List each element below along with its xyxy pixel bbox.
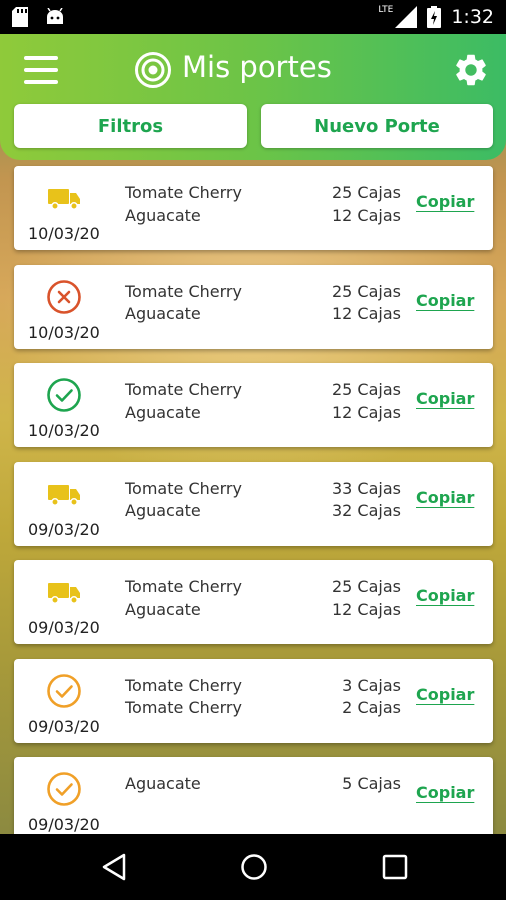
copy-link[interactable]: Copiar [416, 488, 474, 507]
copy-link[interactable]: Copiar [416, 389, 474, 408]
porte-quantities: 25 Cajas 12 Cajas [332, 281, 401, 326]
porte-products: Tomate Cherry Aguacate [125, 182, 242, 227]
filters-button[interactable]: Filtros [14, 104, 247, 148]
porte-quantities: 33 Cajas 32 Cajas [332, 478, 401, 523]
android-icon [47, 8, 63, 24]
porte-date: 10/03/20 [28, 421, 100, 440]
app-header: Mis portes Filtros Nuevo Porte [0, 34, 506, 160]
product-quantity: 25 Cajas [331, 183, 401, 202]
battery-charging-icon [427, 6, 442, 28]
signal-icon [395, 6, 418, 28]
porte-card[interactable]: 09/03/20 Aguacate 5 Cajas Copiar [14, 757, 493, 841]
porte-date: 09/03/20 [28, 716, 100, 736]
porte-quantities: 3 Cajas 2 Cajas [342, 675, 401, 720]
porte-quantities: 25 Cajas 12 Cajas [332, 182, 401, 227]
portes-list: 10/03/20 Tomate Cherry Aguacate 25 Cajas 1… [14, 166, 493, 856]
page-title: Mis portes [182, 50, 332, 84]
product-quantity: 25 Cajas [331, 577, 401, 596]
product-name: Tomate Cherry [125, 577, 242, 596]
new-porte-button[interactable]: Nuevo Porte [261, 104, 493, 148]
check-circle-icon [47, 772, 81, 806]
porte-card[interactable]: 10/03/20 Tomate Cherry Aguacate 25 Cajas 1… [14, 166, 493, 250]
clock: 1:32 [451, 6, 494, 28]
porte-card[interactable]: 10/03/20 Tomate Cherry Aguacate 25 Cajas 1… [14, 363, 493, 447]
copy-link[interactable]: Copiar [416, 192, 474, 211]
product-quantity: 12 Cajas [331, 599, 401, 619]
product-quantity: 5 Cajas [342, 774, 401, 793]
truck-icon [48, 484, 80, 506]
system-nav-bar [0, 834, 506, 900]
product-name: Tomate Cherry [125, 281, 242, 301]
product-quantity: 12 Cajas [331, 205, 401, 225]
menu-icon[interactable] [24, 56, 58, 84]
product-name: Tomate Cherry [125, 698, 242, 717]
porte-products: Tomate Cherry Tomate Cherry [125, 675, 242, 720]
porte-date: 10/03/20 [28, 224, 100, 243]
product-quantity: 12 Cajas [331, 402, 401, 422]
porte-quantities: 25 Cajas 12 Cajas [332, 379, 401, 424]
porte-card[interactable]: 10/03/20 Tomate Cherry Aguacate 25 Cajas 1… [14, 264, 493, 349]
product-name: Aguacate [125, 774, 201, 793]
porte-card[interactable]: 09/03/20 Tomate Cherry Aguacate 25 Cajas 1… [14, 560, 493, 644]
porte-quantities: 25 Cajas 12 Cajas [332, 576, 401, 621]
copy-link[interactable]: Copiar [416, 291, 474, 310]
copy-link[interactable]: Copiar [416, 586, 474, 605]
product-name: Aguacate [125, 501, 201, 520]
copy-link[interactable]: Copiar [416, 685, 474, 704]
product-quantity: 2 Cajas [342, 698, 401, 717]
product-quantity: 32 Cajas [331, 501, 401, 520]
recents-icon[interactable] [382, 854, 408, 880]
porte-date: 09/03/20 [28, 618, 100, 637]
check-circle-icon [47, 673, 81, 708]
gear-icon[interactable] [452, 51, 490, 89]
target-icon [135, 52, 171, 88]
copy-link[interactable]: Copiar [416, 783, 474, 802]
product-name: Aguacate [125, 205, 201, 225]
porte-products: Tomate Cherry Aguacate [125, 281, 242, 326]
product-name: Aguacate [125, 599, 201, 619]
product-quantity: 12 Cajas [331, 304, 401, 323]
porte-date: 09/03/20 [28, 519, 100, 539]
sd-card-icon [12, 7, 28, 27]
back-icon[interactable] [100, 852, 128, 882]
check-circle-icon [47, 378, 81, 412]
rejected-icon [47, 279, 81, 314]
truck-icon [48, 583, 80, 604]
porte-date: 09/03/20 [28, 815, 100, 834]
porte-quantities: 5 Cajas [342, 773, 401, 796]
network-type-label: LTE [378, 5, 394, 15]
product-name: Tomate Cherry [125, 675, 242, 695]
porte-card[interactable]: 09/03/20 Tomate Cherry Aguacate 33 Cajas 3… [14, 461, 493, 546]
product-name: Tomate Cherry [125, 478, 242, 498]
porte-date: 10/03/20 [28, 322, 100, 342]
product-name: Aguacate [125, 304, 201, 323]
porte-products: Aguacate [125, 773, 201, 796]
porte-products: Tomate Cherry Aguacate [125, 379, 242, 424]
product-quantity: 25 Cajas [331, 281, 401, 301]
porte-products: Tomate Cherry Aguacate [125, 478, 242, 523]
product-quantity: 25 Cajas [331, 380, 401, 399]
porte-products: Tomate Cherry Aguacate [125, 576, 242, 621]
truck-icon [48, 189, 80, 210]
product-name: Tomate Cherry [125, 380, 242, 399]
product-name: Tomate Cherry [125, 183, 242, 202]
product-name: Aguacate [125, 402, 201, 422]
product-quantity: 3 Cajas [342, 675, 401, 695]
home-icon[interactable] [240, 852, 268, 882]
porte-card[interactable]: 09/03/20 Tomate Cherry Tomate Cherry 3 Ca… [14, 658, 493, 743]
status-bar: LTE 1:32 [0, 0, 506, 34]
product-quantity: 33 Cajas [331, 478, 401, 498]
